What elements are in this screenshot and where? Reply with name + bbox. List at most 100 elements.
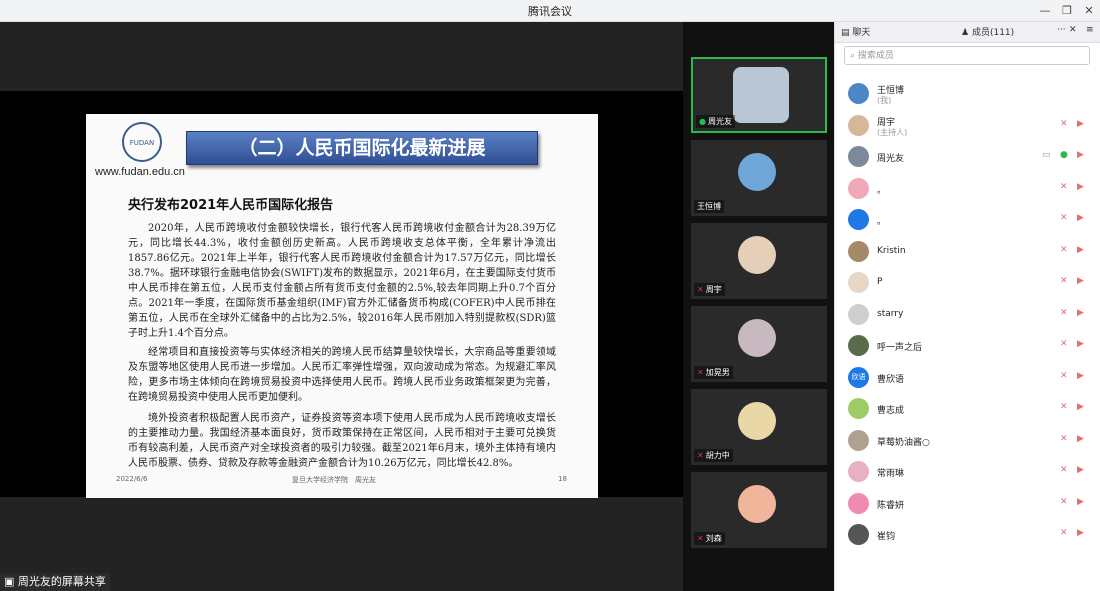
video-tile[interactable]: 王恒博 bbox=[691, 140, 827, 216]
avatar bbox=[848, 524, 869, 545]
slide-footer: 复旦大学经济学院 周光友 bbox=[292, 476, 376, 484]
member-row[interactable]: Kristin ✕ ▶ bbox=[835, 236, 1100, 268]
mic-muted-icon: ✕ bbox=[1060, 213, 1068, 223]
mic-muted-icon: ✕ bbox=[697, 534, 704, 543]
member-name: 曹欣语 bbox=[877, 374, 905, 385]
mic-muted-icon: ✕ bbox=[1060, 244, 1068, 255]
university-logo-icon: FUDAN bbox=[122, 122, 162, 162]
member-row[interactable]: 王恒博 (我) bbox=[835, 78, 1100, 110]
title-bar: 腾讯会议 — ❐ ✕ bbox=[0, 0, 1100, 22]
camera-off-icon: ▶ bbox=[1077, 402, 1084, 412]
mic-muted-icon: ✕ bbox=[1060, 528, 1068, 538]
presentation-slide: FUDAN www.fudan.edu.cn （二）人民币国际化最新进展 央行发… bbox=[86, 114, 598, 498]
member-row[interactable]: 周宇 (主持人) ✕ ▶ bbox=[835, 110, 1100, 142]
share-status-bar: ▣ 周光友的屏幕共享 bbox=[0, 573, 110, 591]
member-row[interactable]: 陈睿妍 ✕ ▶ bbox=[835, 488, 1100, 520]
camera-off-icon: ▶ bbox=[1077, 528, 1084, 538]
member-row[interactable]: 周光友 ▭ ● ▶ bbox=[835, 141, 1100, 173]
mic-muted-icon: ✕ bbox=[1060, 181, 1068, 192]
member-name: 。 bbox=[877, 185, 887, 196]
screen-share-icon: ▣ bbox=[4, 575, 15, 588]
slide-paragraph-3: 境外投资者积极配置人民币资产，证券投资等资本项下使用人民币成为人民币跨境收支增长… bbox=[128, 413, 556, 469]
member-row[interactable]: starry ✕ ▶ bbox=[835, 299, 1100, 331]
video-tile-name: 刘森 bbox=[705, 534, 722, 543]
mic-muted-icon: ✕ bbox=[1060, 307, 1068, 318]
member-row[interactable]: 曹志成 ✕ ▶ bbox=[835, 393, 1100, 425]
member-row[interactable]: 呼一声之后 ✕ ▶ bbox=[835, 330, 1100, 362]
member-row[interactable]: 。 ✕ ▶ bbox=[835, 173, 1100, 205]
video-tile-name: 胡力中 bbox=[705, 451, 730, 460]
avatar bbox=[848, 398, 869, 419]
members-panel: ▤ 聊天 ♟ 成员(111) ··· ✕ ≡ ⌕ 搜索成员 王恒博 (我) 周宇 (主… bbox=[834, 22, 1100, 591]
mic-muted-icon: ✕ bbox=[1060, 370, 1068, 381]
member-row[interactable]: 草莓奶油酱○ ✕ ▶ bbox=[835, 425, 1100, 457]
app-title: 腾讯会议 bbox=[528, 5, 572, 18]
avatar bbox=[848, 240, 869, 262]
avatar bbox=[738, 236, 776, 274]
tab-members[interactable]: ♟ 成员(111) bbox=[961, 25, 1014, 38]
tab-chat[interactable]: ▤ 聊天 bbox=[841, 25, 870, 38]
member-name: 曹志成 bbox=[877, 406, 905, 416]
mic-muted-icon: ✕ bbox=[1060, 276, 1068, 286]
video-tile[interactable]: ✕ 加晃男 bbox=[691, 306, 827, 382]
member-role: (我) bbox=[877, 96, 892, 105]
member-row[interactable]: 崔钧 ✕ ▶ bbox=[835, 519, 1100, 551]
camera-off-icon: ▶ bbox=[1077, 118, 1084, 129]
member-row[interactable]: 欣语 曹欣语 ✕ ▶ bbox=[835, 362, 1100, 394]
video-tile-name: 王恒博 bbox=[697, 202, 721, 211]
camera-off-icon: ▶ bbox=[1077, 370, 1084, 381]
avatar bbox=[848, 272, 869, 293]
mic-muted-icon: ✕ bbox=[1060, 118, 1068, 129]
member-search-input[interactable]: ⌕ 搜索成员 bbox=[844, 46, 1090, 65]
avatar bbox=[848, 209, 869, 230]
avatar bbox=[848, 146, 869, 167]
avatar bbox=[848, 114, 869, 136]
member-row[interactable]: 常雨琳 ✕ ▶ bbox=[835, 456, 1100, 488]
avatar bbox=[848, 335, 869, 356]
more-icon[interactable]: ··· bbox=[1057, 25, 1066, 35]
close-icon[interactable]: ✕ bbox=[1078, 0, 1100, 21]
avatar bbox=[738, 485, 776, 523]
member-row[interactable]: 。 ✕ ▶ bbox=[835, 204, 1100, 236]
share-status-label: 周光友的屏幕共享 bbox=[17, 575, 106, 588]
member-name: 崔钧 bbox=[877, 532, 896, 542]
restore-icon[interactable]: ❐ bbox=[1056, 0, 1078, 21]
avatar: 欣语 bbox=[848, 366, 869, 388]
member-row[interactable]: P ✕ ▶ bbox=[835, 267, 1100, 299]
camera-off-icon: ▶ bbox=[1077, 433, 1084, 444]
mic-muted-icon: ✕ bbox=[1060, 496, 1068, 507]
slide-title: 央行发布2021年人民币国际化报告 bbox=[128, 198, 334, 213]
video-tile[interactable]: ✕ 胡力中 bbox=[691, 389, 827, 465]
member-list: 王恒博 (我) 周宇 (主持人) ✕ ▶ 周光友 ▭ ● ▶。 ✕ ▶。 ✕ ▶ Kristin ✕ ▶ P ✕ ▶ s… bbox=[835, 78, 1100, 551]
avatar bbox=[848, 492, 869, 514]
avatar bbox=[848, 303, 869, 325]
member-name: starry bbox=[877, 308, 904, 319]
camera-off-icon: ▶ bbox=[1077, 181, 1084, 192]
video-tile-name: 周宇 bbox=[705, 285, 722, 294]
close-panel-icon[interactable]: ✕ bbox=[1069, 25, 1077, 35]
video-tile-name: 周光友 bbox=[707, 117, 732, 126]
camera-off-icon: ▶ bbox=[1077, 465, 1084, 475]
mic-muted-icon: ✕ bbox=[1060, 339, 1068, 349]
minimize-icon[interactable]: — bbox=[1034, 0, 1056, 21]
avatar bbox=[738, 319, 776, 357]
slide-page-number: 18 bbox=[558, 475, 567, 483]
video-tile[interactable]: ✕ 周宇 bbox=[691, 223, 827, 299]
slide-date: 2022/6/6 bbox=[116, 475, 148, 483]
avatar bbox=[848, 177, 869, 199]
search-icon: ⌕ bbox=[850, 51, 856, 61]
member-name: 草莓奶油酱○ bbox=[877, 437, 930, 448]
mic-on-icon: ● bbox=[699, 117, 706, 126]
camera-off-icon: ▶ bbox=[1077, 307, 1084, 318]
video-tile[interactable]: ✕ 刘森 bbox=[691, 472, 827, 548]
camera-off-icon: ▶ bbox=[1077, 339, 1084, 349]
avatar bbox=[738, 153, 776, 191]
camera-off-icon: ▶ bbox=[1077, 496, 1084, 507]
mic-muted-icon: ✕ bbox=[1060, 433, 1068, 444]
menu-icon[interactable]: ≡ bbox=[1086, 25, 1094, 35]
member-name: 陈睿妍 bbox=[877, 500, 905, 511]
video-tile[interactable]: ● 周光友 bbox=[691, 57, 827, 133]
slide-url: www.fudan.edu.cn bbox=[95, 166, 185, 178]
avatar bbox=[848, 429, 869, 451]
member-name: P bbox=[877, 277, 883, 287]
